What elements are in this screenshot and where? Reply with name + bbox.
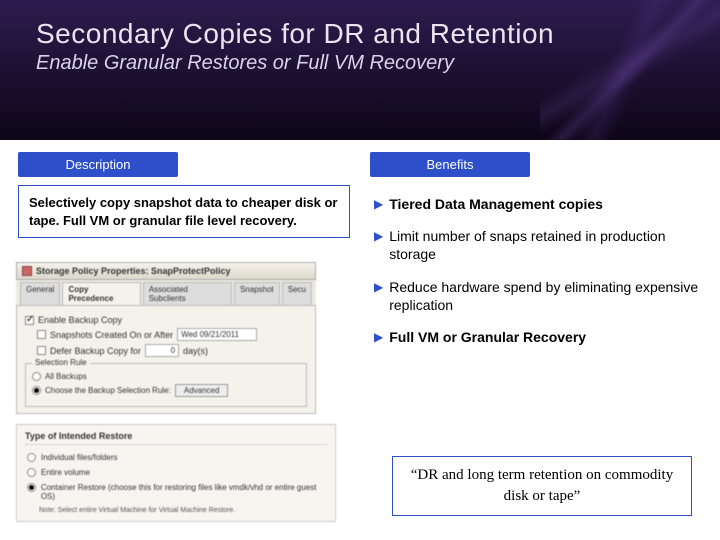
date-field: Wed 09/21/2011: [177, 328, 257, 341]
benefits-label: Benefits: [370, 152, 530, 177]
slide-title: Secondary Copies for DR and Retention: [36, 18, 720, 50]
defer-copy-label: Defer Backup Copy for: [50, 346, 141, 356]
snapshots-after-label: Snapshots Created On or After: [50, 330, 173, 340]
radio-icon: [27, 468, 36, 477]
mock-tab: Associated Subclients: [143, 282, 232, 305]
group-label: Selection Rule: [32, 358, 90, 367]
benefit-text: Full VM or Granular Recovery: [389, 328, 586, 346]
bullet-arrow-icon: ▶: [374, 280, 383, 296]
bullet-arrow-icon: ▶: [374, 197, 383, 213]
enable-backup-copy-label: Enable Backup Copy: [38, 315, 122, 325]
radio-icon: [32, 386, 41, 395]
radio-icon: [27, 453, 36, 462]
selection-rule-group: Selection Rule All Backups Choose the Ba…: [25, 363, 307, 407]
benefit-item: ▶ Limit number of snaps retained in prod…: [374, 227, 702, 263]
benefit-item: ▶ Full VM or Granular Recovery: [374, 328, 702, 346]
container-restore-option: Container Restore (choose this for resto…: [41, 483, 325, 501]
days-unit: day(s): [183, 346, 208, 356]
left-column: Description Selectively copy snapshot da…: [18, 152, 350, 540]
slide-subtitle: Enable Granular Restores or Full VM Reco…: [36, 52, 720, 75]
window-icon: [22, 266, 32, 276]
all-backups-option: All Backups: [45, 372, 87, 381]
bullet-arrow-icon: ▶: [374, 229, 383, 245]
benefit-item: ▶ Tiered Data Management copies: [374, 195, 702, 213]
restore-type-screenshot: Type of Intended Restore Individual file…: [16, 424, 336, 522]
restore-type-title: Type of Intended Restore: [25, 431, 327, 445]
benefit-text: Tiered Data Management copies: [389, 195, 603, 213]
mock-tab: Snapshot: [234, 282, 280, 305]
slide-header: Secondary Copies for DR and Retention En…: [0, 0, 720, 140]
days-field: 0: [145, 344, 179, 357]
slide-content: Description Selectively copy snapshot da…: [0, 152, 720, 540]
mock-body: Enable Backup Copy Snapshots Created On …: [16, 306, 316, 414]
right-column: Benefits ▶ Tiered Data Management copies…: [370, 152, 702, 540]
description-label: Description: [18, 152, 178, 177]
advanced-button: Advanced: [175, 384, 229, 397]
benefit-item: ▶ Reduce hardware spend by eliminating e…: [374, 278, 702, 314]
mock-titlebar: Storage Policy Properties: SnapProtectPo…: [16, 262, 316, 280]
mock-tab: Copy Precedence: [62, 282, 140, 305]
radio-icon: [27, 483, 36, 492]
bullet-arrow-icon: ▶: [374, 330, 383, 346]
checkbox-icon: [37, 346, 46, 355]
storage-policy-screenshot: Storage Policy Properties: SnapProtectPo…: [16, 262, 316, 414]
description-text: Selectively copy snapshot data to cheape…: [18, 185, 350, 238]
mock-window-title: Storage Policy Properties: SnapProtectPo…: [36, 266, 231, 276]
mock-tab: Secu: [282, 282, 312, 305]
mock-tab: General: [20, 282, 60, 305]
mock-tabs: General Copy Precedence Associated Subcl…: [16, 280, 316, 306]
benefit-text: Limit number of snaps retained in produc…: [389, 227, 702, 263]
entire-volume-option: Entire volume: [41, 468, 90, 477]
benefit-text: Reduce hardware spend by eliminating exp…: [389, 278, 702, 314]
choose-rule-option: Choose the Backup Selection Rule:: [45, 386, 171, 395]
quote-box: “DR and long term retention on commodity…: [392, 456, 692, 516]
restore-note: Note: Select entire Virtual Machine for …: [39, 507, 327, 515]
radio-icon: [32, 372, 41, 381]
individual-files-option: Individual files/folders: [41, 453, 117, 462]
checkbox-icon: [25, 316, 34, 325]
checkbox-icon: [37, 330, 46, 339]
